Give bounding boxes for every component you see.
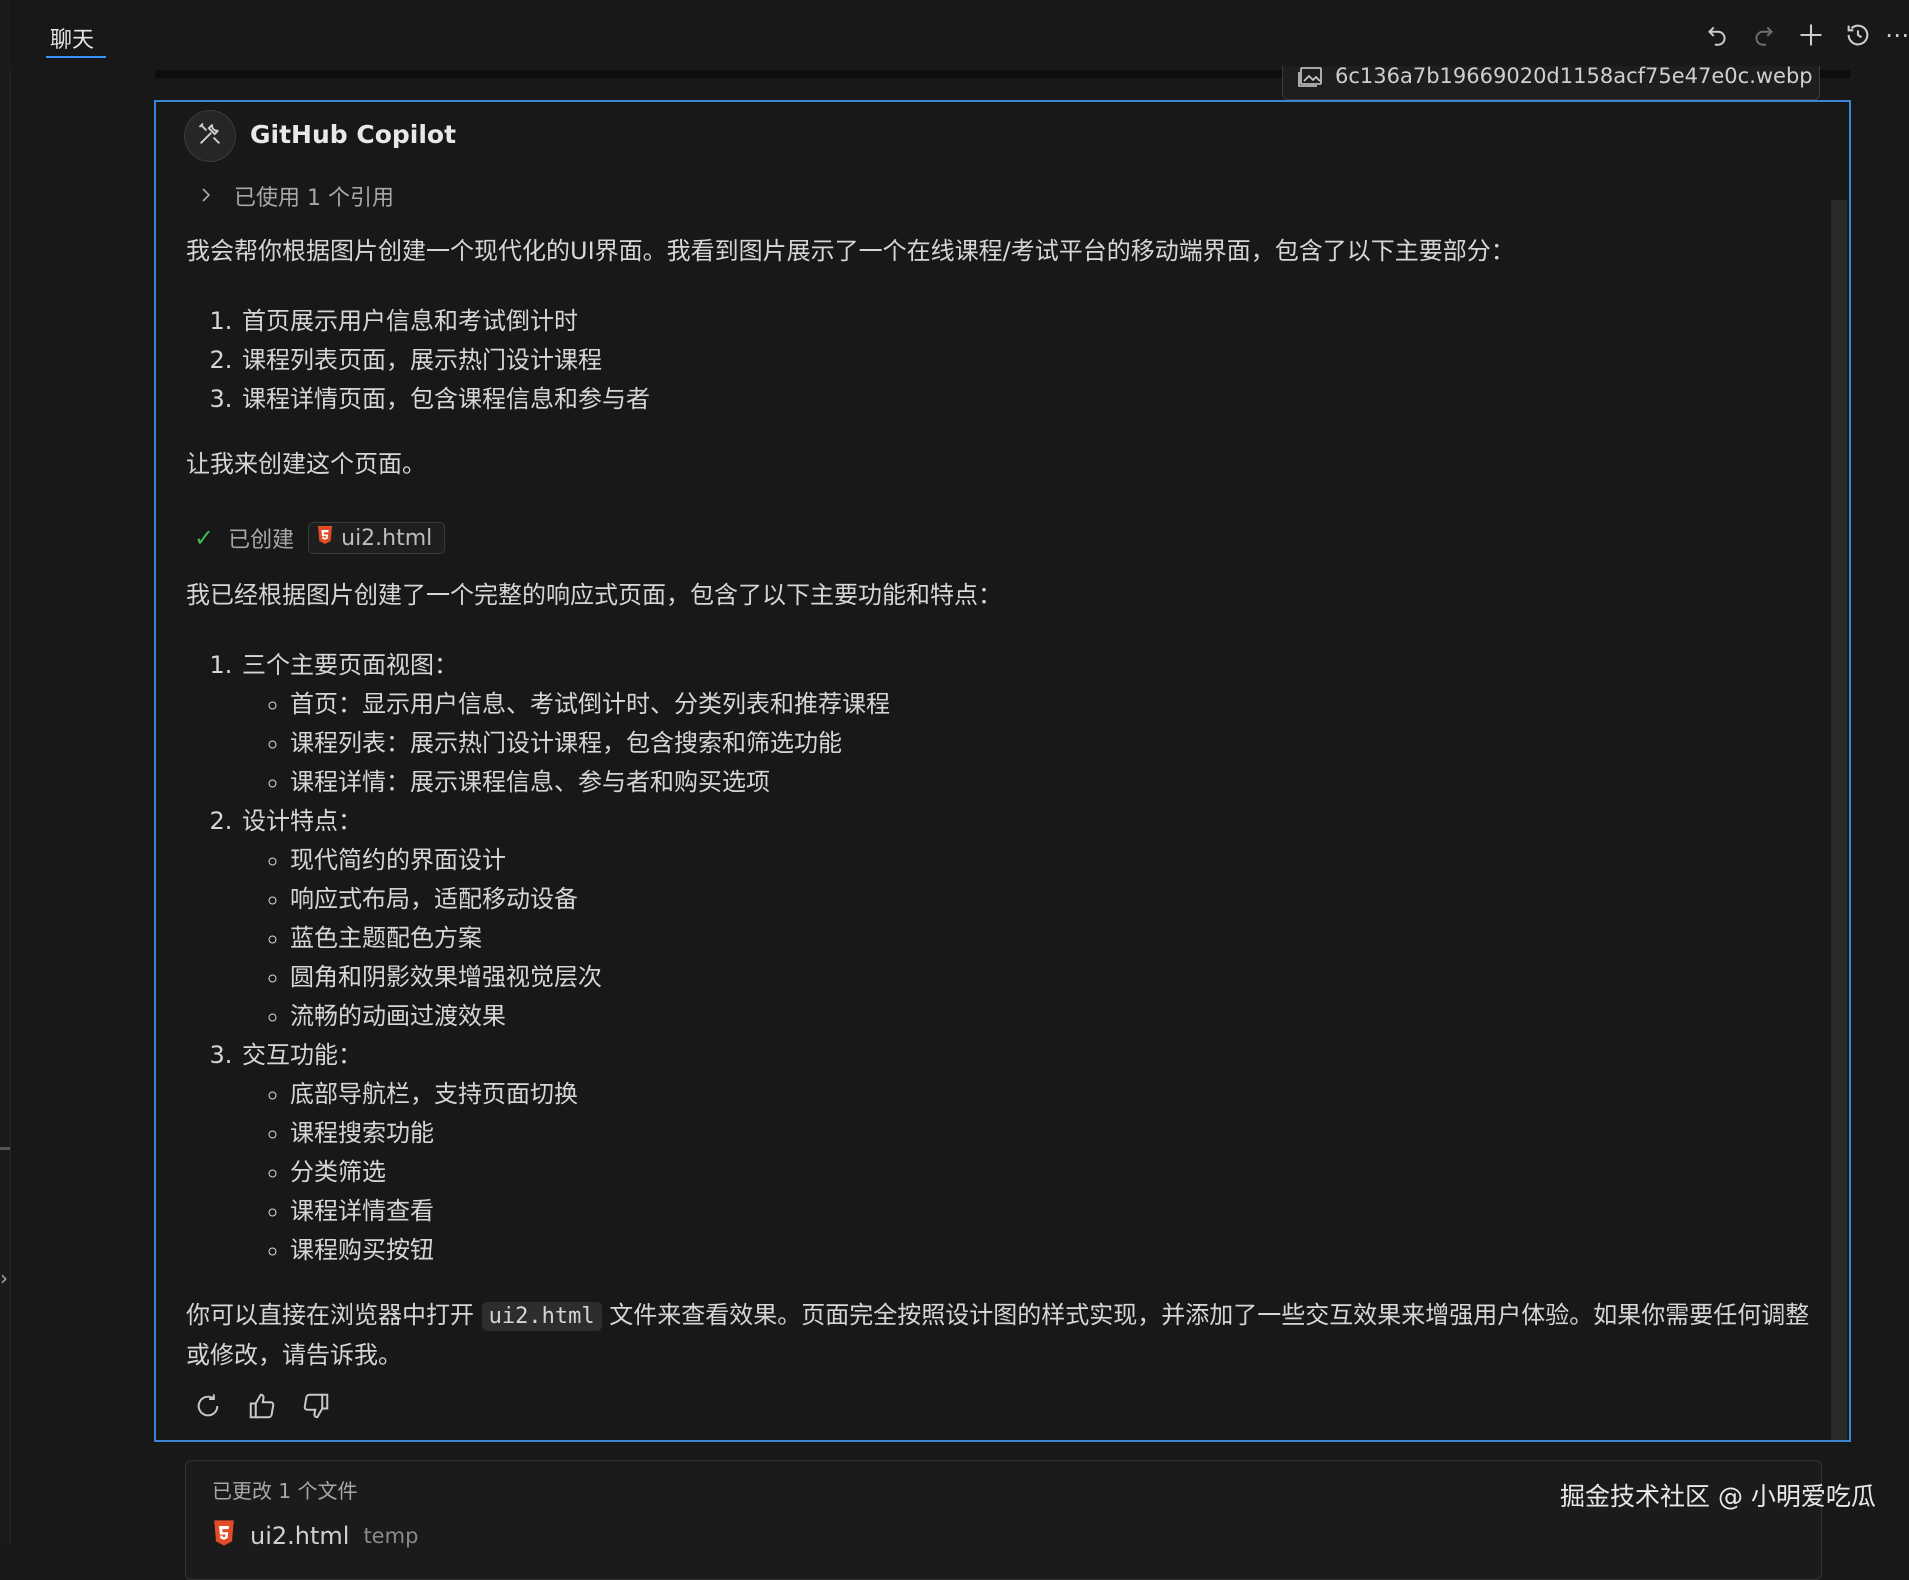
section-sublist: 现代简约的界面设计 响应式布局，适配移动设备 蓝色主题配色方案 圆角和阴影效果增… [242,841,1826,1036]
list-item: 课程购买按钮 [290,1231,1826,1270]
references-toggle[interactable]: 已使用 1 个引用 [200,180,394,212]
section-sublist: 首页：显示用户信息、考试倒计时、分类列表和推荐课程 课程列表：展示热门设计课程，… [242,685,1826,802]
html5-icon [212,1519,236,1553]
created-file-link[interactable]: ui2.html [308,522,446,554]
section-item: 三个主要页面视图： 首页：显示用户信息、考试倒计时、分类列表和推荐课程 课程列表… [240,646,1826,802]
changed-file-row[interactable]: ui2.html temp [212,1519,418,1553]
section-item: 设计特点： 现代简约的界面设计 响应式布局，适配移动设备 蓝色主题配色方案 圆角… [240,802,1826,1036]
section-title: 三个主要页面视图： [242,651,458,679]
features-list: 三个主要页面视图： 首页：显示用户信息、考试倒计时、分类列表和推荐课程 课程列表… [186,646,1826,1270]
active-tab-indicator [46,56,106,58]
attached-file-name: 6c136a7b19669020d1158acf75e47e0c.webp [1335,66,1813,88]
lead-paragraph: 让我来创建这个页面。 [186,450,426,478]
intro-paragraph: 我会帮你根据图片创建一个现代化的UI界面。我看到图片展示了一个在线课程/考试平台… [186,237,1515,265]
add-icon[interactable] [1794,18,1828,52]
more-icon[interactable]: ⋯ [1880,18,1909,52]
list-item: 现代简约的界面设计 [290,841,1826,880]
created-label: 已创建 [228,528,295,553]
section-sublist: 底部导航栏，支持页面切换 课程搜索功能 分类筛选 课程详情查看 课程购买按钮 [242,1075,1826,1270]
copilot-avatar [184,110,236,162]
attached-image-chip[interactable]: 6c136a7b19669020d1158acf75e47e0c.webp [1282,66,1820,100]
copilot-response-panel: GitHub Copilot 已使用 1 个引用 我会帮你根据图片创建一个现代化… [154,100,1851,1442]
watermark: 掘金技术社区 @ 小明爱吃瓜 [1560,1482,1876,1511]
created-file-row: ✓ 已创建 ui2.html [194,522,446,554]
list-item: 课程列表页面，展示热门设计课程 [240,341,1826,380]
list-item: 蓝色主题配色方案 [290,919,1826,958]
list-item: 响应式布局，适配移动设备 [290,880,1826,919]
thumbs-down-icon[interactable] [300,1390,332,1422]
list-item: 圆角和阴影效果增强视觉层次 [290,958,1826,997]
section-title: 交互功能： [242,1041,362,1069]
list-item: 首页展示用户信息和考试倒计时 [240,302,1826,341]
image-file-icon [1297,66,1323,92]
created-file-name: ui2.html [341,525,433,551]
intro-list: 首页展示用户信息和考试倒计时 课程列表页面，展示热门设计课程 课程详情页面，包含… [186,302,1826,419]
retry-icon[interactable] [192,1390,224,1422]
tab-chat[interactable]: 聊天 [50,22,94,54]
closing-paragraph: 你可以直接在浏览器中打开 ui2.html 文件来查看效果。页面完全按照设计图的… [186,1296,1826,1375]
changed-file-name: ui2.html [250,1522,350,1550]
html5-icon [317,525,333,551]
message-summary-block: 我已经根据图片创建了一个完整的响应式页面，包含了以下主要功能和特点： 三个主要页… [186,576,1826,1375]
thumbs-up-icon[interactable] [246,1390,278,1422]
section-item: 交互功能： 底部导航栏，支持页面切换 课程搜索功能 分类筛选 课程详情查看 课程… [240,1036,1826,1270]
list-item: 课程详情查看 [290,1192,1826,1231]
undo-icon[interactable] [1700,18,1734,52]
check-icon: ✓ [194,524,215,552]
chat-topbar: 聊天 ⋯ [10,0,1909,70]
closing-text-before: 你可以直接在浏览器中打开 [186,1301,474,1329]
section-title: 设计特点： [242,807,362,835]
summary-paragraph: 我已经根据图片创建了一个完整的响应式页面，包含了以下主要功能和特点： [186,581,1002,609]
left-edge-bar: › [0,0,11,1544]
message-intro-block: 我会帮你根据图片创建一个现代化的UI界面。我看到图片展示了一个在线课程/考试平台… [186,232,1826,484]
tools-icon [196,120,224,152]
list-item: 底部导航栏，支持页面切换 [290,1075,1826,1114]
panel-scrollbar[interactable] [1831,200,1847,1440]
message-author: GitHub Copilot [250,120,457,149]
chevron-right-icon[interactable]: › [0,1266,8,1290]
list-item: 课程详情页面，包含课程信息和参与者 [240,380,1826,419]
changed-files-title: 已更改 1 个文件 [212,1479,358,1503]
list-item: 分类筛选 [290,1153,1826,1192]
changed-file-tag: temp [363,1524,419,1548]
message-actions [192,1390,332,1422]
references-label: 已使用 1 个引用 [234,186,394,211]
list-item: 首页：显示用户信息、考试倒计时、分类列表和推荐课程 [290,685,1826,724]
chevron-right-icon [200,184,212,209]
list-item: 课程列表：展示热门设计课程，包含搜索和筛选功能 [290,724,1826,763]
list-item: 课程详情：展示课程信息、参与者和购买选项 [290,763,1826,802]
list-item: 流畅的动画过渡效果 [290,997,1826,1036]
sash-marker [0,1147,10,1150]
list-item: 课程搜索功能 [290,1114,1826,1153]
history-icon[interactable] [1841,18,1875,52]
inline-code-filename: ui2.html [481,1302,602,1331]
redo-icon[interactable] [1747,18,1781,52]
